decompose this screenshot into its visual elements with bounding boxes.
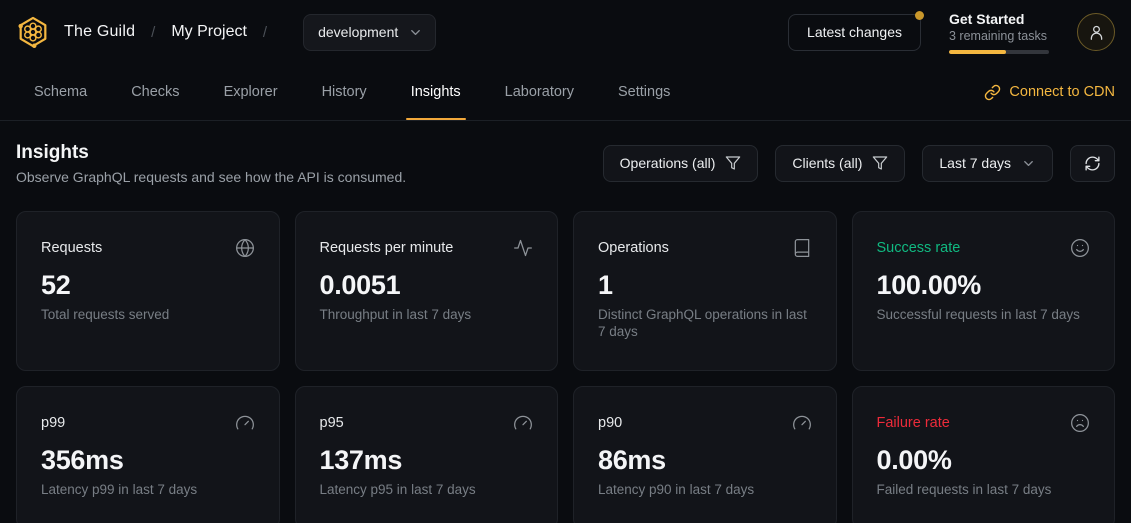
main-nav: Schema Checks Explorer History Insights …: [0, 64, 1131, 121]
gauge-icon: [235, 413, 255, 433]
card-value: 100.00%: [877, 269, 1091, 301]
card-title: p90: [598, 413, 622, 433]
card-value: 356ms: [41, 444, 255, 476]
clients-filter-button[interactable]: Clients (all): [775, 145, 905, 182]
breadcrumb-separator: /: [151, 24, 155, 41]
user-avatar[interactable]: [1077, 13, 1115, 51]
target-select-value: development: [318, 24, 398, 40]
notification-dot: [915, 11, 924, 20]
globe-icon: [235, 238, 255, 258]
card-title: Operations: [598, 238, 669, 258]
get-started-progress-fill: [949, 50, 1006, 54]
card-description: Distinct GraphQL operations in last 7 da…: [598, 306, 812, 340]
tab-insights[interactable]: Insights: [411, 64, 461, 120]
connect-to-cdn-link[interactable]: Connect to CDN: [984, 64, 1115, 120]
card-description: Successful requests in last 7 days: [877, 306, 1091, 323]
stat-card-requests: Requests 52 Total requests served: [16, 211, 280, 371]
tab-checks[interactable]: Checks: [131, 64, 179, 120]
breadcrumb-separator: /: [263, 24, 267, 41]
link-icon: [984, 84, 1001, 101]
card-description: Latency p90 in last 7 days: [598, 481, 812, 498]
stat-card-p95: p95 137ms Latency p95 in last 7 days: [295, 386, 559, 523]
stat-card-requests-per-minute: Requests per minute 0.0051 Throughput in…: [295, 211, 559, 371]
card-description: Total requests served: [41, 306, 255, 323]
tab-schema[interactable]: Schema: [34, 64, 87, 120]
gauge-icon: [513, 413, 533, 433]
gauge-icon: [792, 413, 812, 433]
card-value: 0.0051: [320, 269, 534, 301]
tab-settings[interactable]: Settings: [618, 64, 670, 120]
stats-grid: Requests 52 Total requests served Reques…: [16, 211, 1115, 523]
header-actions: Latest changes Get Started 3 remaining t…: [788, 11, 1115, 54]
stat-card-operations: Operations 1 Distinct GraphQL operations…: [573, 211, 837, 371]
guild-logo[interactable]: [16, 15, 50, 49]
get-started-subtitle: 3 remaining tasks: [949, 28, 1049, 44]
card-value: 137ms: [320, 444, 534, 476]
get-started-widget[interactable]: Get Started 3 remaining tasks: [949, 11, 1049, 54]
tab-history[interactable]: History: [322, 64, 367, 120]
filters-bar: Operations (all) Clients (all) Last 7 da…: [603, 145, 1115, 182]
card-description: Latency p99 in last 7 days: [41, 481, 255, 498]
card-value: 52: [41, 269, 255, 301]
breadcrumb-project[interactable]: My Project: [171, 23, 247, 41]
target-select[interactable]: development: [303, 14, 436, 51]
get-started-progress: [949, 50, 1049, 54]
chevron-down-icon: [408, 25, 423, 40]
stat-card-p99: p99 356ms Latency p99 in last 7 days: [16, 386, 280, 523]
top-header: The Guild / My Project / development Lat…: [0, 0, 1131, 64]
date-range-select[interactable]: Last 7 days: [922, 145, 1053, 182]
card-description: Throughput in last 7 days: [320, 306, 534, 323]
refresh-button[interactable]: [1070, 145, 1115, 182]
date-range-value: Last 7 days: [939, 155, 1011, 171]
chevron-down-icon: [1021, 156, 1036, 171]
operations-filter-button[interactable]: Operations (all): [603, 145, 759, 182]
stat-card-failure-rate: Failure rate 0.00% Failed requests in la…: [852, 386, 1116, 523]
filter-icon: [872, 155, 888, 171]
tab-explorer[interactable]: Explorer: [224, 64, 278, 120]
get-started-title: Get Started: [949, 11, 1049, 28]
card-value: 86ms: [598, 444, 812, 476]
card-title: Failure rate: [877, 413, 950, 433]
card-title: Requests: [41, 238, 102, 258]
latest-changes-label: Latest changes: [807, 24, 902, 40]
latest-changes-button[interactable]: Latest changes: [788, 14, 921, 51]
page-title-block: Insights Observe GraphQL requests and se…: [16, 141, 406, 185]
user-icon: [1087, 23, 1106, 42]
refresh-icon: [1084, 155, 1101, 172]
breadcrumb-org[interactable]: The Guild: [64, 23, 135, 41]
book-icon: [792, 238, 812, 258]
activity-icon: [513, 238, 533, 258]
card-value: 0.00%: [877, 444, 1091, 476]
frown-icon: [1070, 413, 1090, 433]
page-title: Insights: [16, 141, 406, 165]
clients-filter-label: Clients (all): [792, 155, 862, 171]
card-value: 1: [598, 269, 812, 301]
card-title: p95: [320, 413, 344, 433]
tab-laboratory[interactable]: Laboratory: [505, 64, 574, 120]
cdn-link-label: Connect to CDN: [1009, 84, 1115, 100]
stat-card-p90: p90 86ms Latency p90 in last 7 days: [573, 386, 837, 523]
card-title: p99: [41, 413, 65, 433]
card-title: Success rate: [877, 238, 961, 258]
card-description: Latency p95 in last 7 days: [320, 481, 534, 498]
stat-card-success-rate: Success rate 100.00% Successful requests…: [852, 211, 1116, 371]
card-description: Failed requests in last 7 days: [877, 481, 1091, 498]
operations-filter-label: Operations (all): [620, 155, 716, 171]
nav-tabs: Schema Checks Explorer History Insights …: [34, 64, 670, 120]
smile-icon: [1070, 238, 1090, 258]
filter-icon: [725, 155, 741, 171]
insights-page: Insights Observe GraphQL requests and se…: [0, 121, 1131, 523]
page-subtitle: Observe GraphQL requests and see how the…: [16, 169, 406, 185]
card-title: Requests per minute: [320, 238, 454, 258]
page-header: Insights Observe GraphQL requests and se…: [16, 141, 1115, 185]
